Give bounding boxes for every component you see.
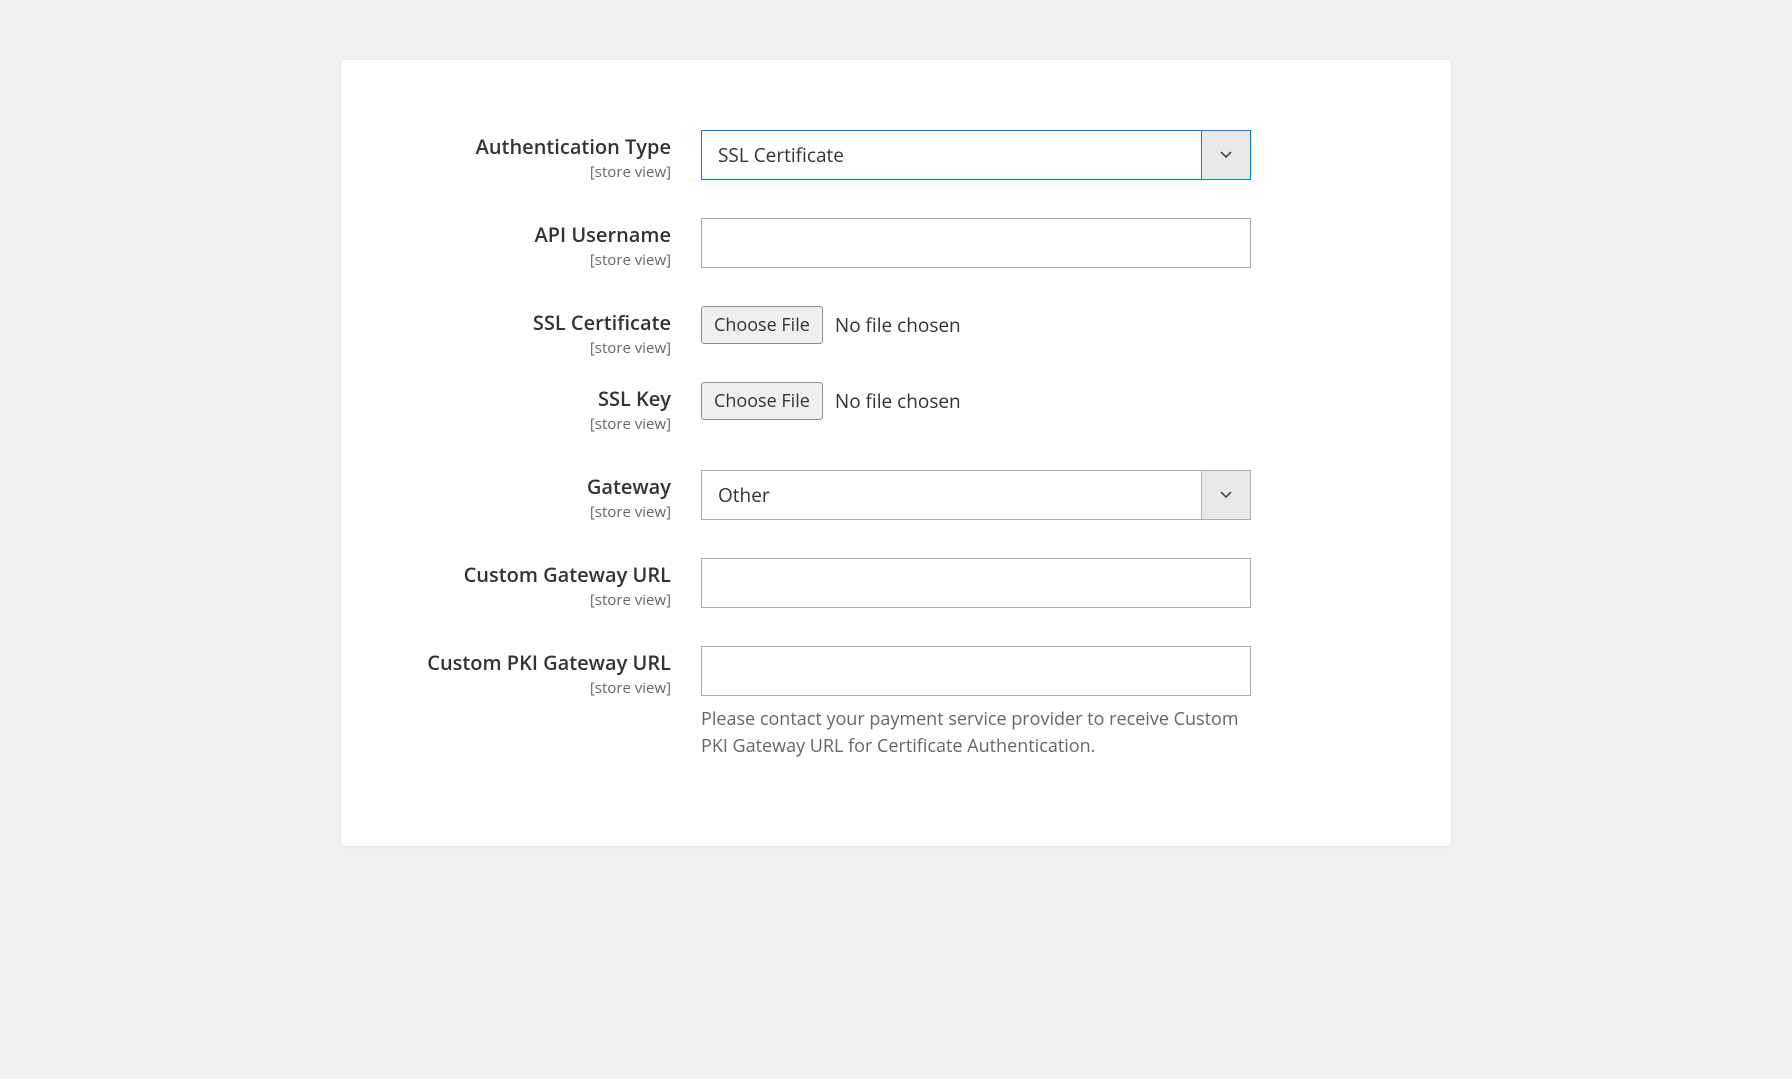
label-scope: [store view] [401, 590, 671, 610]
label-gateway: Gateway [store view] [401, 470, 701, 522]
gateway-select[interactable]: Other [701, 470, 1251, 520]
label-text: SSL Key [598, 385, 671, 412]
label-text: Custom Gateway URL [464, 561, 671, 588]
label-scope: [store view] [401, 414, 671, 434]
ssl-key-file-status: No file chosen [835, 388, 961, 414]
label-custom-pki-gateway-url: Custom PKI Gateway URL [store view] [401, 646, 701, 698]
settings-panel: Authentication Type [store view] SSL Cer… [341, 60, 1451, 846]
label-text: Authentication Type [476, 133, 671, 160]
select-value: Other [701, 470, 1201, 520]
label-text: Gateway [587, 473, 671, 500]
field-custom-pki-gateway-url: Custom PKI Gateway URL [store view] Plea… [401, 646, 1371, 760]
field-ssl-key: SSL Key [store view] Choose File No file… [401, 382, 1371, 434]
field-ssl-certificate: SSL Certificate [store view] Choose File… [401, 306, 1371, 358]
label-authentication-type: Authentication Type [store view] [401, 130, 701, 182]
field-gateway: Gateway [store view] Other [401, 470, 1371, 522]
label-scope: [store view] [401, 162, 671, 182]
chevron-down-icon [1201, 470, 1251, 520]
select-value: SSL Certificate [701, 130, 1201, 180]
label-custom-gateway-url: Custom Gateway URL [store view] [401, 558, 701, 610]
field-api-username: API Username [store view] [401, 218, 1371, 270]
label-text: SSL Certificate [533, 309, 671, 336]
label-scope: [store view] [401, 338, 671, 358]
label-api-username: API Username [store view] [401, 218, 701, 270]
ssl-certificate-file-status: No file chosen [835, 312, 961, 338]
api-username-input[interactable] [701, 218, 1251, 268]
ssl-key-choose-file-button[interactable]: Choose File [701, 382, 823, 420]
chevron-down-icon [1201, 130, 1251, 180]
field-custom-gateway-url: Custom Gateway URL [store view] [401, 558, 1371, 610]
authentication-type-select[interactable]: SSL Certificate [701, 130, 1251, 180]
custom-pki-gateway-url-input[interactable] [701, 646, 1251, 696]
label-scope: [store view] [401, 502, 671, 522]
label-ssl-certificate: SSL Certificate [store view] [401, 306, 701, 358]
custom-gateway-url-input[interactable] [701, 558, 1251, 608]
label-text: Custom PKI Gateway URL [427, 649, 671, 676]
ssl-certificate-choose-file-button[interactable]: Choose File [701, 306, 823, 344]
label-text: API Username [535, 221, 671, 248]
custom-pki-help-text: Please contact your payment service prov… [701, 706, 1251, 760]
field-authentication-type: Authentication Type [store view] SSL Cer… [401, 130, 1371, 182]
label-scope: [store view] [401, 250, 671, 270]
label-ssl-key: SSL Key [store view] [401, 382, 701, 434]
label-scope: [store view] [401, 678, 671, 698]
